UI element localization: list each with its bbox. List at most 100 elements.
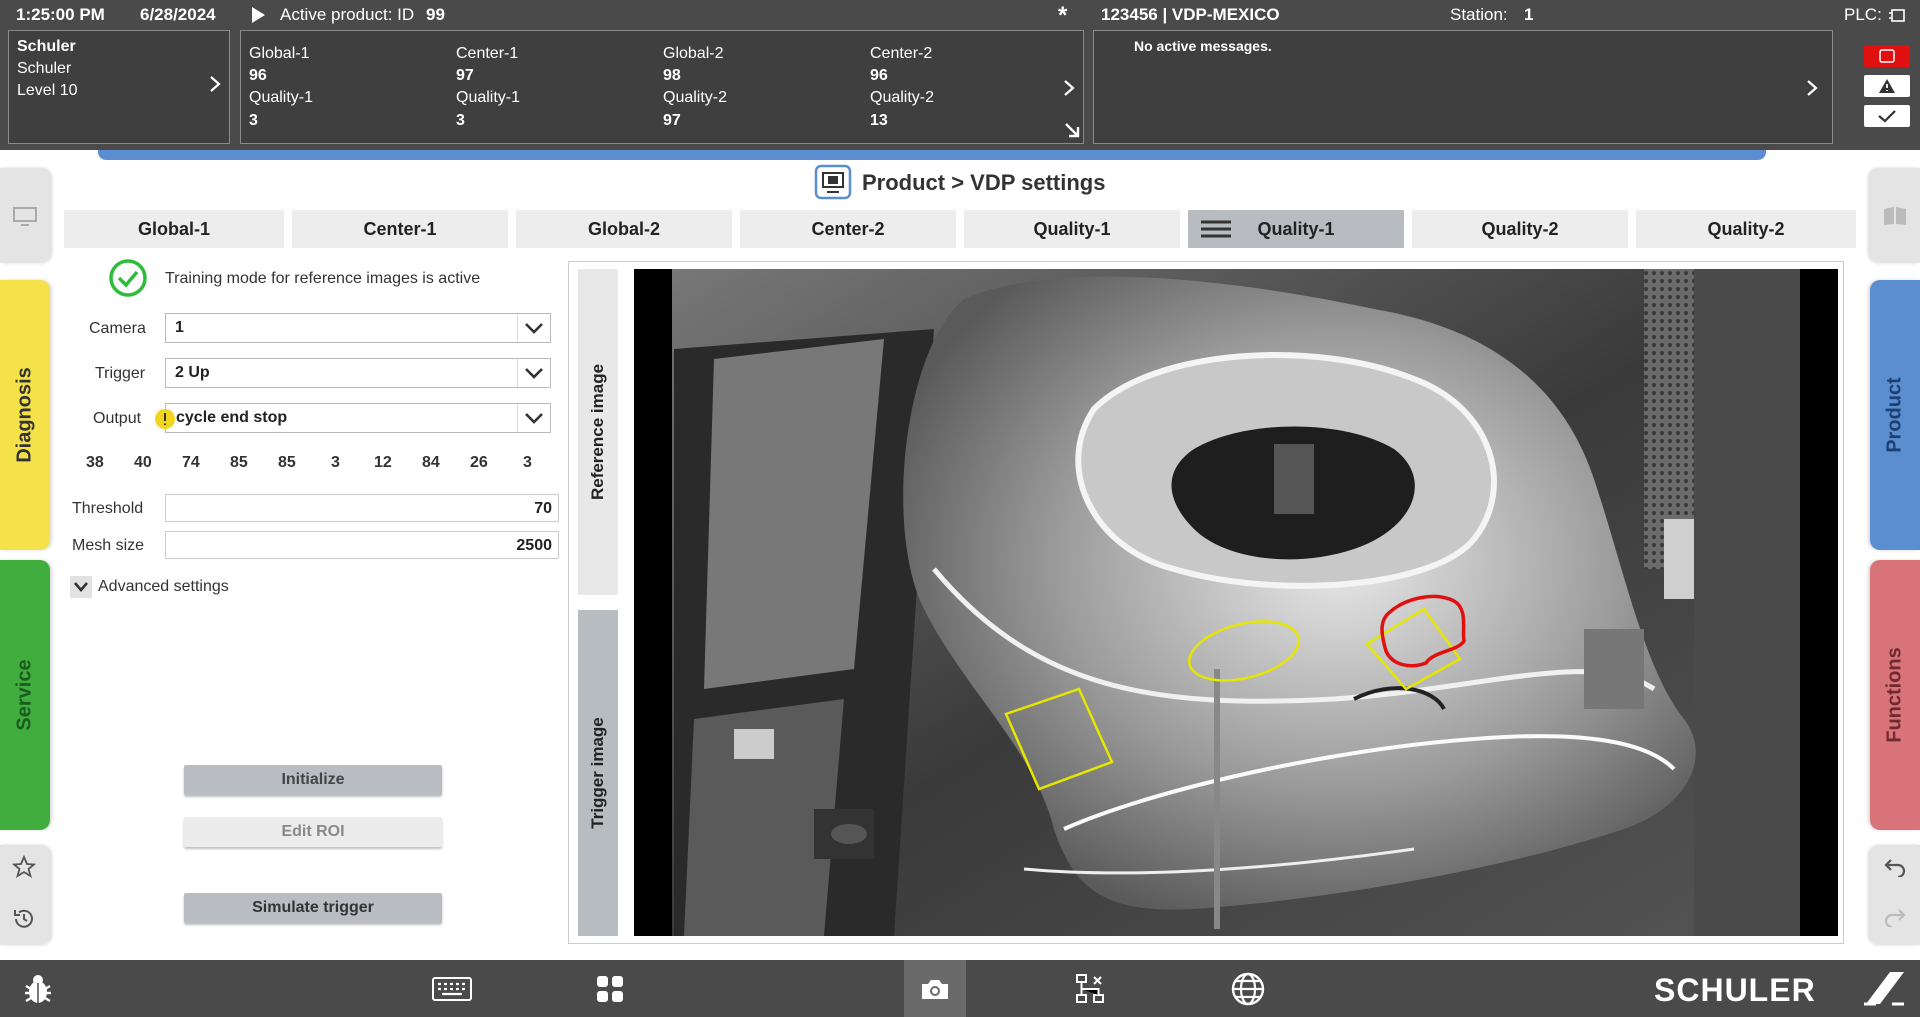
counter-value: 98	[663, 67, 681, 84]
tab-center-1[interactable]: Center-1	[292, 210, 508, 248]
threshold-value: 70	[534, 500, 552, 517]
user-org: Schuler	[17, 60, 72, 77]
station-label: Station:	[1450, 5, 1508, 24]
sidetab-book[interactable]	[1870, 168, 1920, 263]
camera-select[interactable]: 1	[165, 313, 551, 343]
alarm-stop-button[interactable]	[1864, 45, 1910, 67]
messages-text: No active messages.	[1134, 38, 1272, 54]
sidetab-service[interactable]: Service	[0, 560, 50, 830]
keyboard-icon[interactable]	[430, 960, 474, 1017]
tab-label: Quality-1	[1257, 218, 1335, 239]
tab-label: Global-2	[587, 218, 660, 239]
sidetab-quick[interactable]	[0, 845, 50, 945]
active-product-id: 99	[426, 5, 445, 24]
sidetab-undo-redo[interactable]	[1870, 845, 1920, 945]
reference-value: 26	[470, 454, 488, 471]
play-icon	[250, 6, 266, 29]
globe-icon[interactable]	[1228, 960, 1268, 1017]
camera-image[interactable]	[634, 269, 1838, 936]
sidetab-functions[interactable]: Functions	[1870, 560, 1920, 830]
mesh-size-label: Mesh size	[72, 537, 145, 554]
redo-icon[interactable]	[1883, 907, 1907, 932]
counters-panel[interactable]: Global-1 96 Center-1 97 Global-2 98 Cent…	[240, 30, 1084, 144]
hamburger-menu-icon[interactable]	[1200, 220, 1232, 243]
warning-button[interactable]	[1864, 75, 1910, 97]
advanced-settings-label: Advanced settings	[98, 578, 229, 595]
active-product-label: Active product: ID	[280, 5, 415, 24]
edit-roi-button[interactable]: Edit ROI	[184, 817, 442, 847]
counter-label: Center-2	[870, 45, 933, 62]
tab-label: Center-2	[811, 218, 885, 239]
counter-value: 3	[456, 112, 465, 129]
counter-label: Quality-2	[870, 89, 935, 106]
tab-quality-1-a[interactable]: Quality-1	[964, 210, 1180, 248]
apps-grid-icon[interactable]	[592, 960, 628, 1017]
network-diagram-icon[interactable]	[1072, 960, 1108, 1017]
tab-quality-1-b[interactable]: Quality-1	[1188, 210, 1404, 248]
tab-quality-2-b[interactable]: Quality-2	[1636, 210, 1856, 248]
reference-value: 85	[230, 454, 248, 471]
check-circle-icon	[108, 258, 148, 303]
vdp-camera-icon	[814, 164, 852, 205]
clock-time: 1:25:00 PM	[16, 5, 105, 24]
trigger-image-label: Trigger image	[588, 717, 607, 829]
tab-global-1[interactable]: Global-1	[64, 210, 284, 248]
chevron-right-icon	[1806, 79, 1818, 102]
acknowledge-button[interactable]	[1864, 105, 1910, 127]
counter-label: Center-1	[456, 45, 519, 62]
tab-trigger-image[interactable]: Trigger image	[578, 610, 618, 936]
sidetab-functions-label: Functions	[1883, 647, 1906, 743]
camera-value: 1	[175, 319, 184, 336]
station-value: 1	[1524, 5, 1534, 24]
plc-label: PLC:	[1844, 5, 1882, 24]
tab-reference-image[interactable]: Reference image	[578, 269, 618, 595]
output-select[interactable]: cycle end stop	[165, 403, 551, 433]
tab-center-2[interactable]: Center-2	[740, 210, 956, 248]
bug-icon[interactable]	[18, 960, 58, 1017]
asterisk-indicator: *	[1058, 2, 1068, 29]
chevron-down-icon[interactable]	[517, 359, 550, 387]
tab-label: Quality-2	[1707, 218, 1785, 239]
trigger-select[interactable]: 2 Up	[165, 358, 551, 388]
camera-icon[interactable]	[904, 960, 966, 1017]
top-status-bar: 1:25:00 PM 6/28/2024 Active product: ID …	[0, 0, 1920, 150]
simulate-trigger-button[interactable]: Simulate trigger	[184, 893, 442, 923]
output-label: Output	[93, 410, 142, 427]
counter-value: 96	[249, 67, 267, 84]
undo-icon[interactable]	[1883, 857, 1907, 882]
tab-label: Global-1	[137, 218, 210, 239]
reference-value: 84	[422, 454, 440, 471]
threshold-label: Threshold	[72, 500, 144, 517]
sidetab-product[interactable]: Product	[1870, 280, 1920, 550]
messages-panel[interactable]: No active messages.	[1093, 30, 1833, 144]
tab-label: Center-1	[363, 218, 437, 239]
counter-value: 13	[870, 112, 888, 129]
counter-value: 3	[249, 112, 258, 129]
trigger-label: Trigger	[95, 365, 146, 382]
sidetab-monitor[interactable]	[0, 168, 50, 263]
chevron-down-icon	[74, 582, 88, 592]
counter-value: 96	[870, 67, 888, 84]
tab-quality-2-a[interactable]: Quality-2	[1412, 210, 1628, 248]
counter-label: Global-2	[663, 45, 724, 62]
mesh-size-value: 2500	[516, 537, 552, 554]
user-panel[interactable]: Schuler Schuler Level 10	[8, 30, 230, 144]
threshold-input[interactable]: 70	[165, 494, 559, 522]
chevron-down-icon[interactable]	[517, 404, 550, 432]
tab-label: Quality-2	[1481, 218, 1559, 239]
tab-global-2[interactable]: Global-2	[516, 210, 732, 248]
history-icon[interactable]	[12, 907, 36, 936]
expand-arrow-icon[interactable]	[1063, 121, 1081, 144]
sidetab-diagnosis[interactable]: Diagnosis	[0, 280, 50, 550]
book-icon	[1882, 206, 1908, 231]
machine-id: 123456 | VDP-MEXICO	[1101, 5, 1280, 24]
plc-connection-icon	[1888, 7, 1906, 28]
warning-dot-icon	[154, 408, 176, 435]
star-icon[interactable]	[11, 854, 37, 884]
chevron-down-icon[interactable]	[517, 314, 550, 342]
mesh-size-input[interactable]: 2500	[165, 531, 559, 559]
sidetab-product-label: Product	[1883, 377, 1906, 453]
advanced-settings-toggle[interactable]	[70, 576, 92, 598]
initialize-button[interactable]: Initialize	[184, 765, 442, 795]
counter-label: Global-1	[249, 45, 310, 62]
